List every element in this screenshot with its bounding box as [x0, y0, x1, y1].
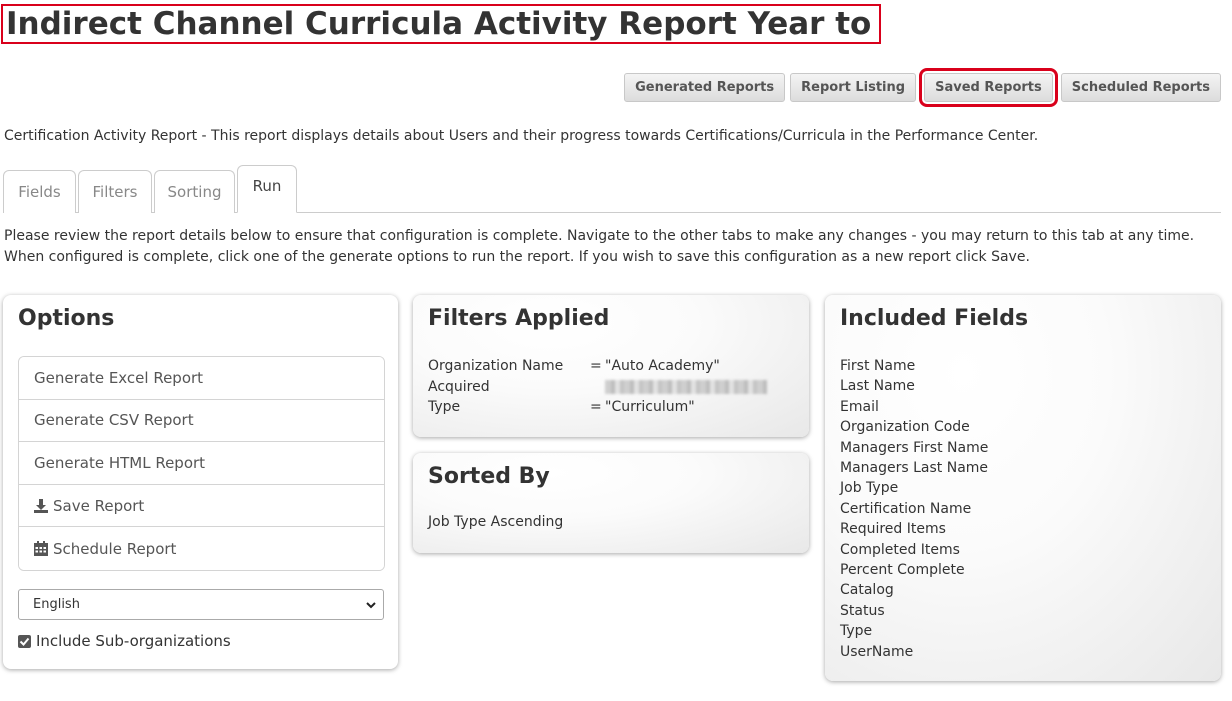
- included-field-item: Email: [840, 398, 879, 415]
- filter-operator: =: [590, 399, 602, 415]
- included-field-item: Last Name: [840, 378, 915, 395]
- language-select-value: English: [33, 597, 80, 612]
- generate-excel-label: Generate Excel Report: [34, 368, 204, 387]
- filter-name: Type: [428, 399, 461, 415]
- included-field-item: Job Type: [840, 480, 899, 497]
- included-field-item: Managers First Name: [840, 439, 989, 456]
- generate-csv-button[interactable]: Generate CSV Report: [19, 399, 384, 443]
- included-field-item: Percent Complete: [840, 562, 965, 579]
- included-field-item: Managers Last Name: [840, 460, 989, 477]
- report-nav-buttons: Generated Reports Report Listing Saved R…: [624, 68, 1221, 107]
- included-field-item: Completed Items: [840, 541, 960, 558]
- generate-html-button[interactable]: Generate HTML Report: [19, 442, 384, 485]
- report-listing-button[interactable]: Report Listing: [790, 73, 917, 102]
- chevron-down-icon: [366, 602, 376, 609]
- instructions-text: Please review the report details below t…: [4, 228, 1195, 265]
- schedule-report-button[interactable]: Schedule Report: [19, 527, 384, 570]
- include-sub-orgs-checkbox[interactable]: [18, 634, 31, 648]
- filter-row: Organization Name = "Auto Academy": [428, 356, 767, 377]
- filter-value: "Auto Academy": [605, 358, 720, 374]
- saved-reports-button[interactable]: Saved Reports: [919, 68, 1058, 107]
- filters-applied-panel: Filters Applied Organization Name = "Aut…: [413, 295, 809, 437]
- language-select[interactable]: English: [18, 589, 384, 620]
- generate-html-label: Generate HTML Report: [34, 453, 206, 472]
- included-fields-panel: Included Fields First Name Last Name Ema…: [825, 295, 1221, 681]
- filter-value: "Curriculum": [605, 399, 695, 415]
- included-field-item: Status: [840, 602, 885, 619]
- included-field-item: Certification Name: [840, 500, 972, 517]
- filter-row: Type = "Curriculum": [428, 397, 767, 418]
- filter-value-redacted: [605, 379, 767, 394]
- generate-excel-button[interactable]: Generate Excel Report: [19, 357, 384, 400]
- included-field-item: Type: [840, 623, 873, 640]
- page-title: Indirect Channel Curricula Activity Repo…: [1, 4, 881, 44]
- filters-list: Organization Name = "Auto Academy" Acqui…: [428, 356, 767, 418]
- tab-filters[interactable]: Filters: [78, 170, 152, 213]
- save-report-label: Save Report: [53, 496, 145, 515]
- options-panel: Options Generate Excel Report Generate C…: [3, 295, 398, 669]
- save-report-button[interactable]: Save Report: [19, 484, 384, 528]
- sorted-by-title: Sorted By: [428, 464, 550, 489]
- included-fields-title: Included Fields: [840, 306, 1029, 331]
- report-tabs: Fields Filters Sorting Run: [3, 165, 1221, 213]
- download-icon: [34, 498, 48, 513]
- tab-run[interactable]: Run: [237, 165, 297, 213]
- included-field-item: Catalog: [840, 582, 894, 599]
- included-field-item: Required Items: [840, 521, 946, 538]
- included-fields-list: First Name Last Name Email Organization …: [840, 356, 988, 662]
- filter-name: Organization Name: [428, 358, 564, 374]
- tab-fields[interactable]: Fields: [3, 170, 76, 213]
- filter-operator: =: [590, 358, 602, 374]
- included-field-item: UserName: [840, 643, 914, 660]
- filter-name: Acquired: [428, 378, 490, 395]
- generated-reports-button[interactable]: Generated Reports: [624, 73, 786, 102]
- filter-row: Acquired: [428, 377, 767, 398]
- options-title: Options: [18, 306, 115, 331]
- generate-csv-label: Generate CSV Report: [34, 411, 194, 430]
- options-list: Generate Excel Report Generate CSV Repor…: [18, 356, 385, 571]
- filters-applied-title: Filters Applied: [428, 306, 610, 331]
- included-field-item: First Name: [840, 358, 916, 374]
- include-sub-orgs-row: Include Sub-organizations: [18, 632, 231, 650]
- calendar-icon: [34, 541, 48, 557]
- sorted-by-panel: Sorted By Job Type Ascending: [413, 453, 809, 553]
- report-description: Certification Activity Report - This rep…: [4, 128, 1039, 144]
- scheduled-reports-button[interactable]: Scheduled Reports: [1060, 73, 1221, 102]
- tab-sorting[interactable]: Sorting: [154, 170, 235, 213]
- checkmark-icon: [19, 637, 30, 646]
- included-field-item: Organization Code: [840, 419, 970, 436]
- schedule-report-label: Schedule Report: [53, 539, 177, 558]
- sorted-by-value: Job Type Ascending: [428, 514, 564, 530]
- include-sub-orgs-label: Include Sub-organizations: [36, 632, 231, 650]
- filter-operator: [590, 377, 605, 398]
